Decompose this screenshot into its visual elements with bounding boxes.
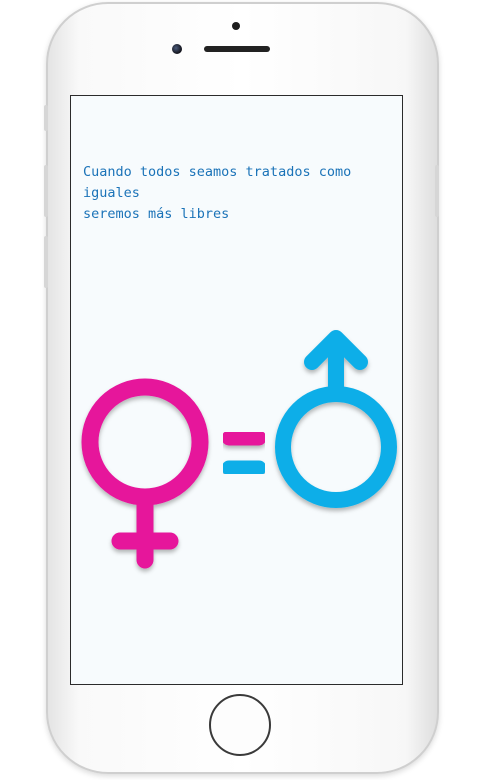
male-symbol-icon: [275, 330, 397, 508]
home-button[interactable]: [209, 694, 271, 756]
equals-sign-icon: [221, 430, 267, 476]
female-symbol-icon: [81, 378, 209, 569]
gender-equality-illustration: [81, 330, 397, 569]
